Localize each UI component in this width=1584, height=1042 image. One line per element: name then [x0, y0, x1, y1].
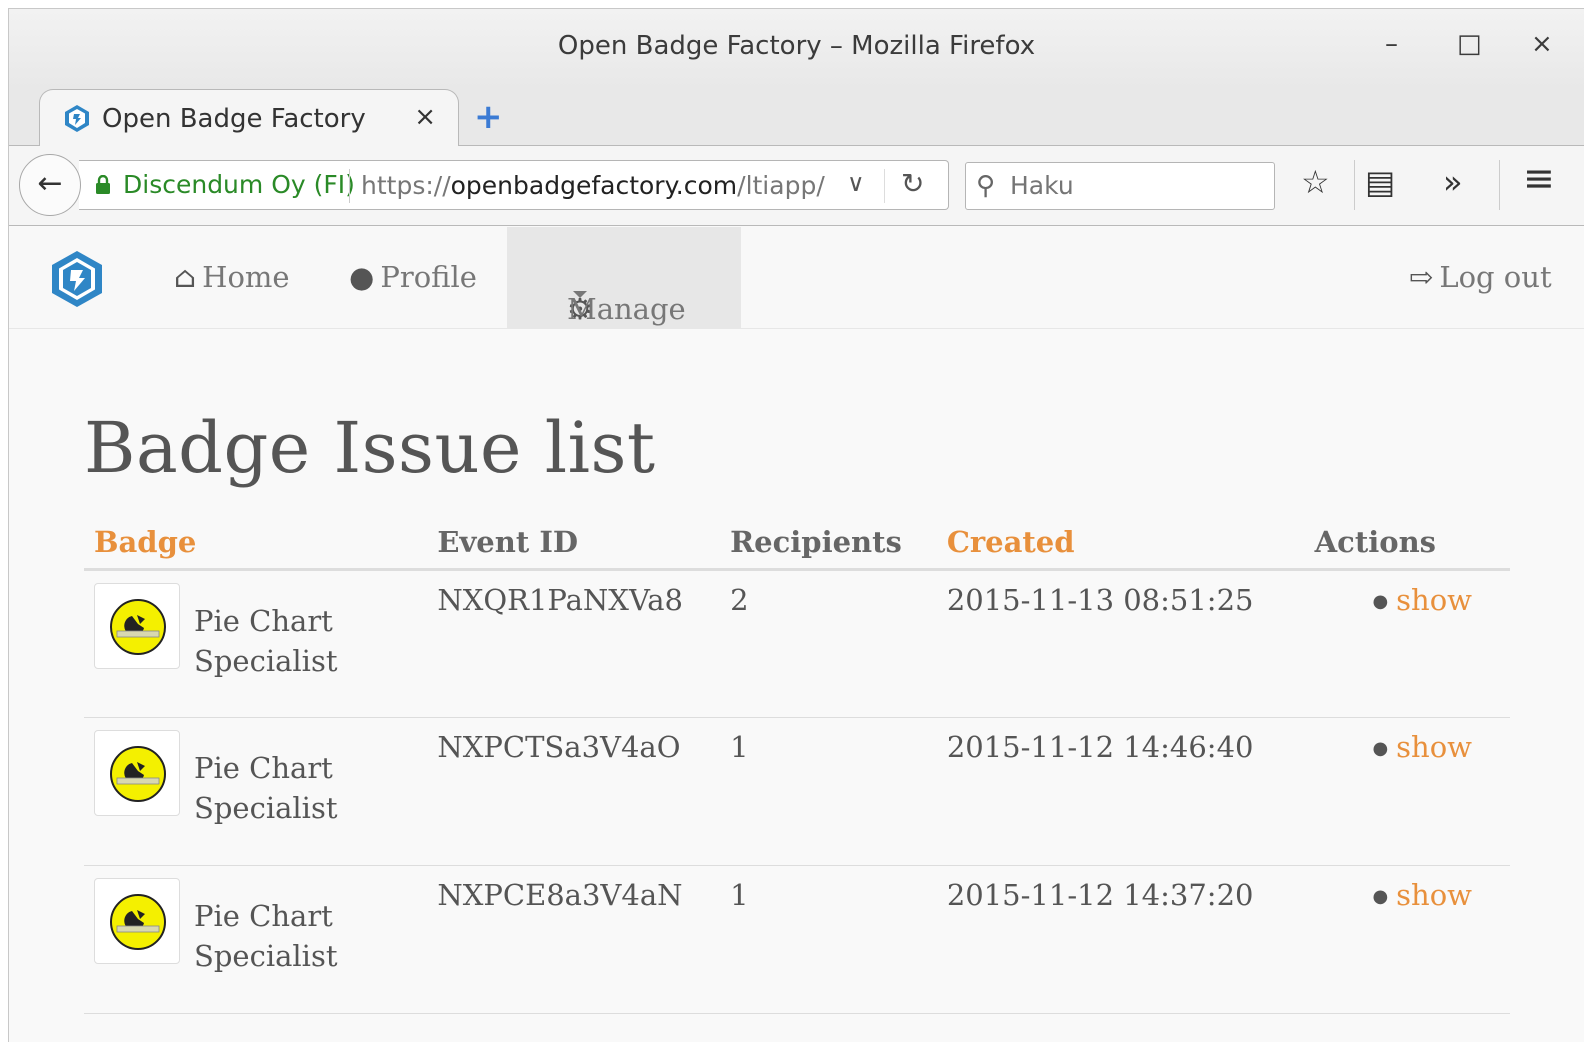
search-box[interactable]: ⚲ — [965, 162, 1275, 210]
reload-icon[interactable]: ↻ — [901, 167, 924, 200]
minimize-button[interactable]: – — [1385, 29, 1398, 59]
event-id-cell: NXQR1PaNXVa8 — [427, 569, 721, 718]
table-row: Pie Chart Specialist NXPCE8a3V4aN 1 2015-… — [84, 865, 1510, 1014]
show-link[interactable]: show — [1396, 878, 1472, 912]
badge-name: Pie Chart Specialist — [194, 896, 338, 976]
browser-window: Open Badge Factory – Mozilla Firefox – □… — [8, 8, 1584, 1042]
url-scheme: https:// — [361, 171, 451, 200]
table-row: Pie Chart Specialist NXQR1PaNXVa8 2 2015-… — [84, 569, 1510, 718]
recipients-cell: 1 — [720, 865, 937, 1014]
url-separator — [349, 169, 350, 203]
col-badge-header[interactable]: Badge — [84, 517, 428, 571]
col-recipients-header: Recipients — [720, 517, 937, 571]
url-text[interactable]: https://openbadgefactory.com/ltiapp/ — [361, 171, 836, 200]
nav-logout[interactable]: ⇨ Log out — [1409, 259, 1552, 295]
maximize-button[interactable]: □ — [1457, 29, 1482, 59]
badge-name: Pie Chart Specialist — [194, 601, 338, 681]
overflow-chevron-icon[interactable]: » — [1443, 164, 1463, 200]
created-cell: 2015-11-13 08:51:25 — [936, 569, 1305, 718]
tab-open-badge-factory[interactable]: Open Badge Factory × — [39, 89, 459, 146]
col-event-id-header: Event ID — [427, 517, 721, 571]
url-separator-2 — [884, 169, 885, 203]
bullet-icon: ● — [1372, 591, 1389, 612]
logout-icon: ⇨ — [1409, 260, 1434, 294]
recipients-cell: 2 — [720, 569, 937, 718]
obf-logo-icon[interactable] — [49, 249, 105, 309]
window-title: Open Badge Factory – Mozilla Firefox — [557, 31, 1036, 61]
url-bar[interactable]: Discendum Oy (FI) https://openbadgefacto… — [79, 160, 949, 210]
site-identity[interactable]: Discendum Oy (FI) — [123, 170, 355, 199]
table-body: Pie Chart Specialist NXQR1PaNXVa8 2 2015-… — [84, 569, 1510, 1014]
badge-image[interactable] — [94, 729, 180, 816]
reading-list-icon[interactable]: ▤ — [1365, 164, 1395, 200]
bullet-icon: ● — [1372, 738, 1389, 759]
badge-name-line1: Pie Chart — [194, 750, 333, 785]
event-id-cell: NXPCTSa3V4aO — [427, 717, 721, 866]
badge-issue-table: Badge Event ID Recipients Created Action… — [84, 517, 1510, 1014]
col-actions-header: Actions — [1304, 517, 1510, 571]
nav-home-label: Home — [202, 260, 290, 294]
back-button[interactable]: ← — [19, 154, 81, 216]
pie-chart-badge-icon — [110, 598, 166, 655]
actions-cell: ● show — [1304, 865, 1510, 1014]
badge-name-line2: Specialist — [194, 938, 338, 973]
tab-strip: Open Badge Factory × + — [9, 89, 1584, 146]
table-row: Pie Chart Specialist NXPCTSa3V4aO 1 2015-… — [84, 717, 1510, 866]
created-cell: 2015-11-12 14:37:20 — [936, 865, 1305, 1014]
close-tab-icon[interactable]: × — [414, 102, 436, 132]
main-content: Badge Issue list Badge Event ID Recipien… — [84, 407, 1514, 1014]
badge-name-line2: Specialist — [194, 643, 338, 678]
search-input[interactable] — [1010, 171, 1260, 200]
nav-profile-label: Profile — [380, 260, 477, 294]
col-created-header[interactable]: Created — [936, 517, 1305, 571]
tab-label: Open Badge Factory — [102, 104, 366, 134]
obf-favicon-icon — [65, 105, 89, 132]
badge-name-line1: Pie Chart — [194, 603, 333, 638]
badge-image[interactable] — [94, 582, 180, 669]
user-icon: ● — [349, 260, 375, 294]
caret-down-icon — [573, 291, 587, 298]
nav-profile[interactable]: ● Profile — [349, 259, 477, 295]
actions-cell: ● show — [1304, 569, 1510, 718]
url-path: /ltiapp/ — [737, 171, 825, 200]
badge-cell: Pie Chart Specialist — [84, 865, 428, 1014]
new-tab-icon[interactable]: + — [474, 97, 503, 137]
show-link[interactable]: show — [1396, 583, 1472, 617]
home-icon: ⌂ — [174, 260, 197, 294]
page-title: Badge Issue list — [84, 407, 656, 489]
actions-cell: ● show — [1304, 717, 1510, 866]
toolbar-separator-2 — [1499, 160, 1500, 210]
event-id-cell: NXPCE8a3V4aN — [427, 865, 721, 1014]
bullet-icon: ● — [1372, 886, 1389, 907]
title-bar: Open Badge Factory – Mozilla Firefox – □… — [9, 9, 1584, 89]
badge-name-line1: Pie Chart — [194, 898, 333, 933]
table-header-row: Badge Event ID Recipients Created Action… — [84, 517, 1510, 571]
recipients-cell: 1 — [720, 717, 937, 866]
created-cell: 2015-11-12 14:46:40 — [936, 717, 1305, 866]
nav-manage-dropdown[interactable]: ⚙ Manage — [507, 227, 741, 328]
url-domain: openbadgefactory.com — [450, 171, 738, 200]
show-link[interactable]: show — [1396, 730, 1472, 764]
nav-home[interactable]: ⌂ Home — [174, 259, 290, 295]
hamburger-menu-icon[interactable]: ≡ — [1523, 159, 1555, 197]
pie-chart-badge-icon — [110, 745, 166, 802]
badge-name-line2: Specialist — [194, 790, 338, 825]
badge-cell: Pie Chart Specialist — [84, 569, 428, 718]
close-window-button[interactable]: × — [1531, 29, 1553, 59]
nav-logout-label: Log out — [1439, 260, 1552, 294]
badge-image[interactable] — [94, 877, 180, 964]
web-content: ⌂ Home ● Profile ⚙ Manage ⇨ Log out Badge Is… — [9, 227, 1584, 1042]
badge-cell: Pie Chart Specialist — [84, 717, 428, 866]
search-icon: ⚲ — [976, 171, 996, 201]
badge-name: Pie Chart Specialist — [194, 748, 338, 828]
url-dropdown-icon[interactable]: ∨ — [847, 169, 865, 197]
lock-icon — [96, 175, 110, 194]
navigation-toolbar: Discendum Oy (FI) https://openbadgefacto… — [9, 146, 1584, 226]
pie-chart-badge-icon — [110, 893, 166, 950]
site-navbar: ⌂ Home ● Profile ⚙ Manage ⇨ Log out — [9, 227, 1584, 329]
toolbar-separator — [1354, 160, 1355, 210]
bookmark-star-icon[interactable]: ☆ — [1301, 164, 1330, 200]
